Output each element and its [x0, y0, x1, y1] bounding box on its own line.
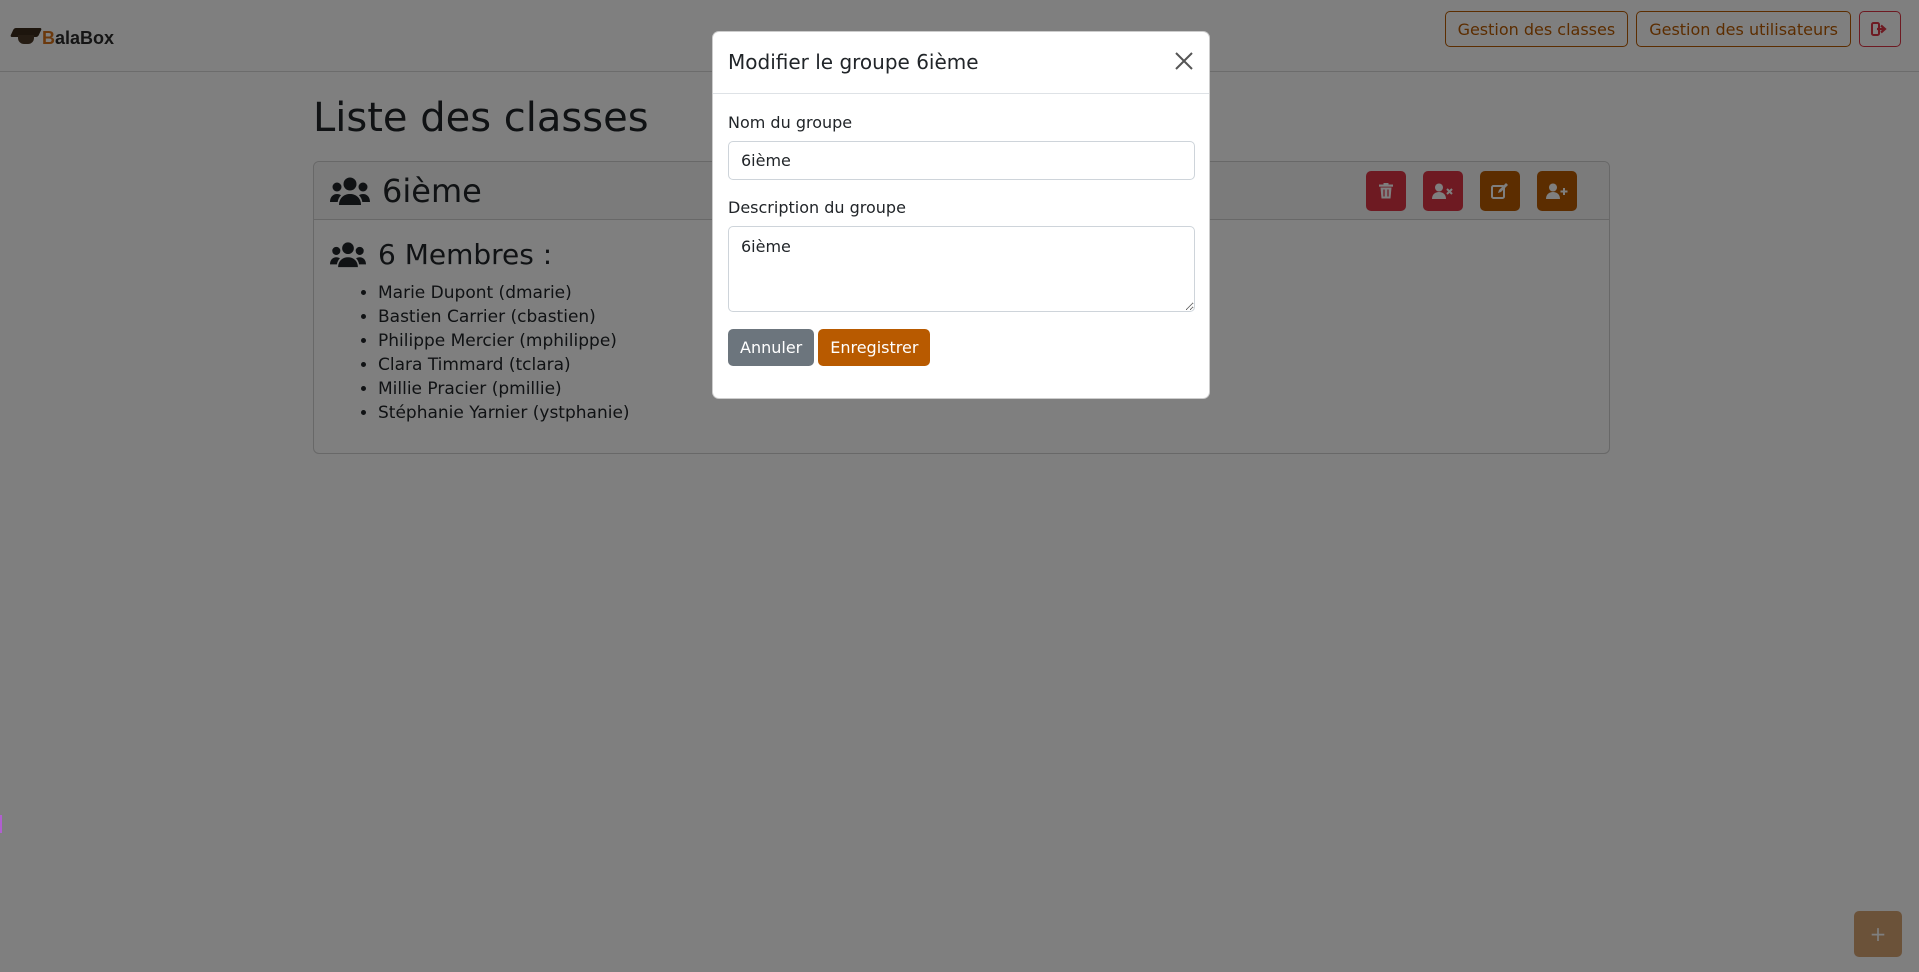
modal-header: Modifier le groupe 6ième	[713, 32, 1209, 94]
edit-group-modal: Modifier le groupe 6ième Nom du groupe D…	[712, 31, 1210, 399]
group-name-label: Nom du groupe	[728, 113, 853, 132]
edge-marker	[0, 815, 2, 833]
save-button[interactable]: Enregistrer	[818, 329, 931, 366]
cancel-button[interactable]: Annuler	[728, 329, 815, 366]
modal-body: Nom du groupe Description du groupe 6ièm…	[713, 94, 1209, 381]
group-description-textarea[interactable]: 6ième	[728, 226, 1195, 312]
modal-title: Modifier le groupe 6ième	[728, 50, 979, 74]
modal-footer: Annuler Enregistrer	[728, 329, 1194, 366]
group-name-input[interactable]	[728, 141, 1195, 180]
close-icon[interactable]	[1173, 50, 1195, 72]
group-description-label: Description du groupe	[728, 198, 906, 217]
